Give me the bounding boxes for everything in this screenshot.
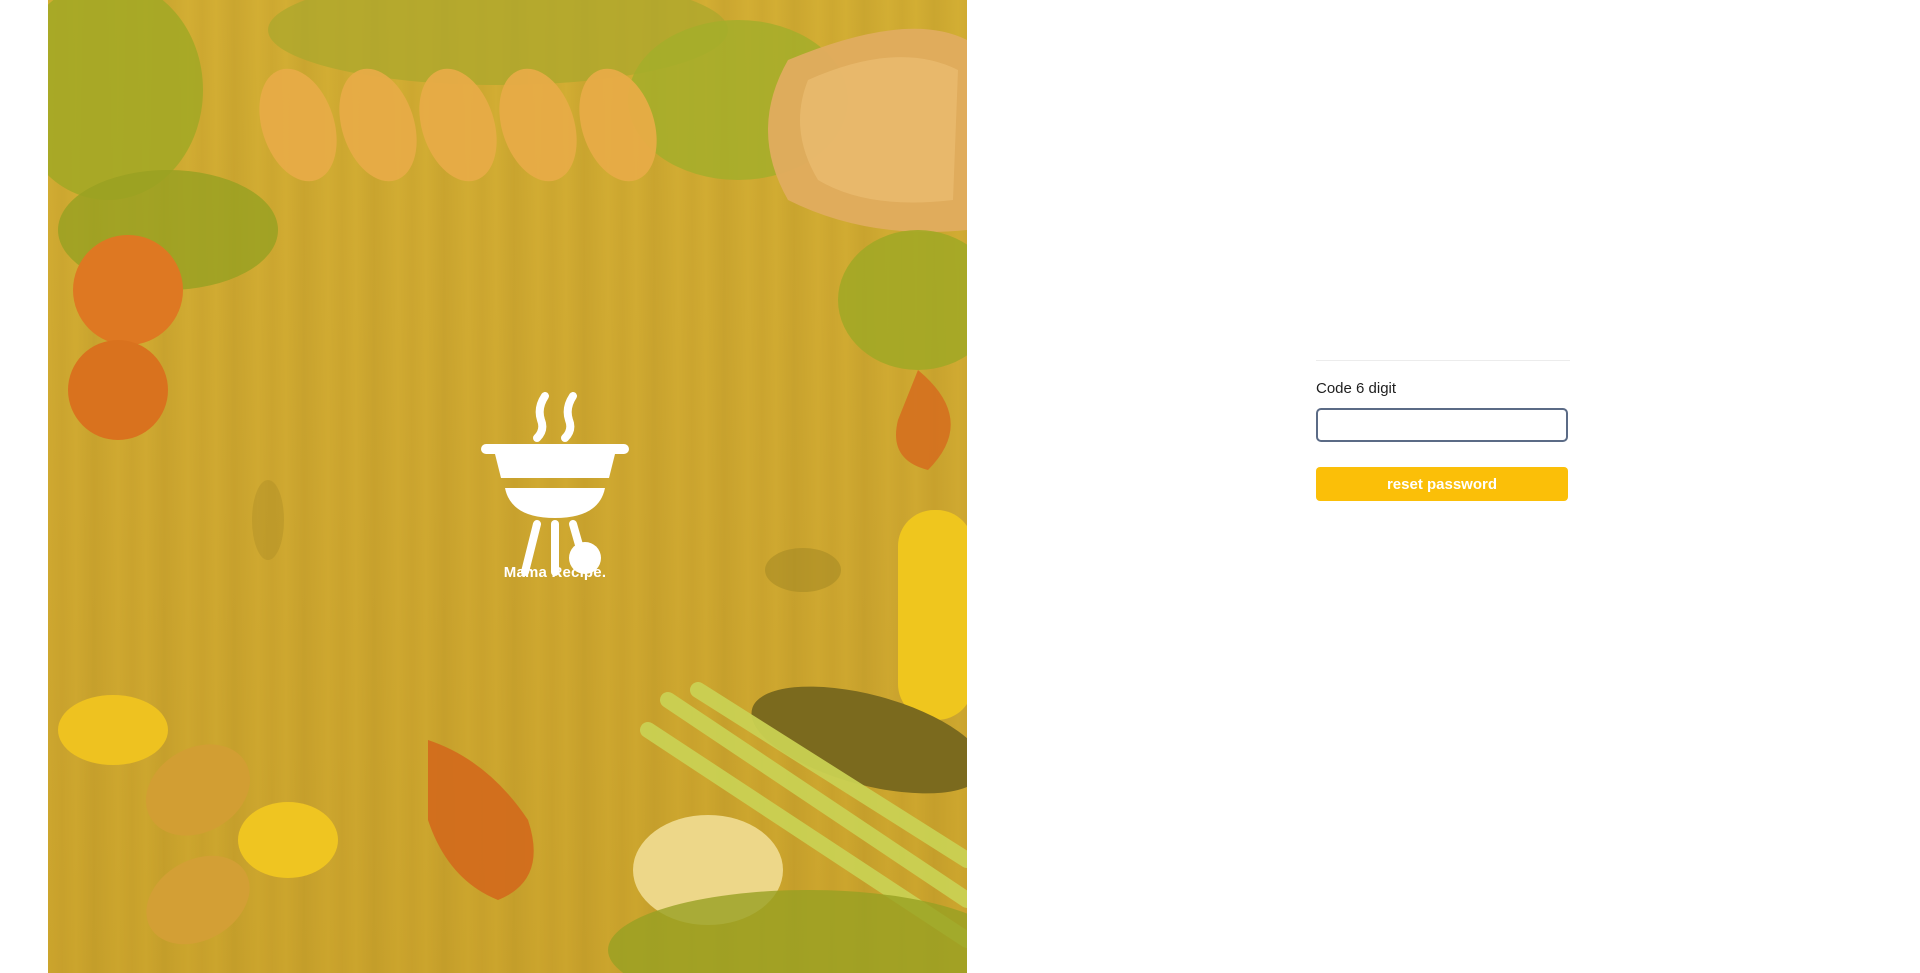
hero-panel: Mama Recipe.: [48, 0, 967, 973]
brand-logo: Mama Recipe.: [481, 392, 629, 598]
code-input[interactable]: [1316, 408, 1568, 442]
reset-password-button[interactable]: reset password: [1316, 467, 1568, 501]
brand-name: Mama Recipe.: [503, 564, 607, 581]
form-divider: [1316, 360, 1570, 361]
grill-icon: [481, 392, 629, 576]
reset-password-page: Mama Recipe. Code 6 digit reset password: [0, 0, 1920, 973]
code-label: Code 6 digit: [1316, 380, 1397, 397]
reset-password-form: Code 6 digit reset password: [1316, 360, 1570, 501]
